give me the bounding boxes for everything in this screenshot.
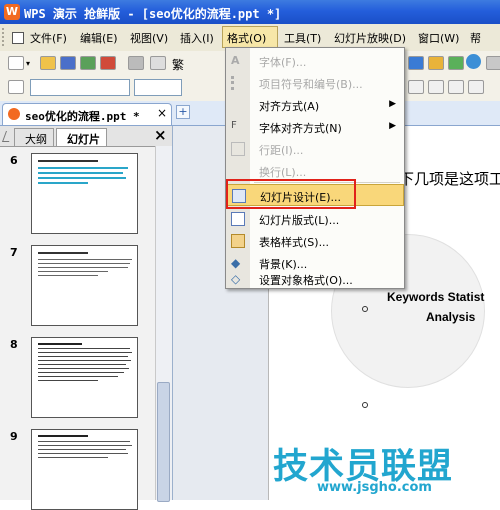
slide-thumbnail-6[interactable] (31, 153, 138, 234)
menu-item-font[interactable]: A 字体(F)... (226, 50, 404, 72)
menu-tools[interactable]: 工具(T) (284, 30, 321, 46)
pane-tabs: 大纲 幻灯片 × (0, 126, 172, 147)
slide-thumbnail-8[interactable] (31, 337, 138, 418)
menu-item-align[interactable]: 对齐方式(A) ▶ (226, 94, 404, 116)
table-icon[interactable] (428, 56, 444, 70)
bullet-point (362, 306, 368, 312)
menu-edit[interactable]: 编辑(E) (80, 30, 118, 46)
document-icon[interactable] (12, 32, 24, 44)
object-format-icon: ◇ (231, 272, 241, 286)
slide-thumbnail-9[interactable] (31, 429, 138, 510)
align-center-icon[interactable] (428, 80, 444, 94)
table-style-icon (231, 234, 245, 248)
slide-layout-icon (231, 212, 245, 226)
bullets-icon (231, 76, 245, 90)
slide-panel: 大纲 幻灯片 × 6 7 8 9 (0, 126, 173, 510)
close-tab-icon[interactable]: × (157, 106, 167, 120)
tab-slides[interactable]: 幻灯片 (56, 128, 107, 146)
menu-item-table-style[interactable]: 表格样式(S)... (226, 230, 404, 252)
traditional-chinese-icon[interactable]: 繁 (172, 56, 184, 73)
globe-icon[interactable] (466, 54, 481, 69)
slide-number: 8 (10, 338, 18, 351)
font-name-combo[interactable] (30, 79, 130, 96)
menu-help[interactable]: 帮 (470, 30, 481, 46)
format-painter-icon[interactable] (8, 80, 24, 94)
highlight-box (226, 179, 356, 209)
pane-tab-start-icon (1, 131, 14, 142)
submenu-arrow-icon: ▶ (389, 99, 396, 109)
print-icon[interactable] (128, 56, 144, 70)
new-tab-button[interactable]: + (176, 105, 190, 119)
watermark-url: www.jsgho.com (317, 480, 432, 495)
menu-view[interactable]: 视图(V) (130, 30, 168, 46)
circle-text-line1: Keywords Statist (387, 290, 485, 304)
wps-logo-icon: W (4, 4, 20, 20)
slide-heading-fragment: 下几项是这项工 (399, 170, 500, 188)
print-preview-icon[interactable] (150, 56, 166, 70)
background-icon: ◆ (231, 256, 241, 270)
insert-image-icon[interactable] (448, 56, 464, 70)
mail-icon[interactable] (80, 56, 96, 70)
slide-number: 9 (10, 430, 18, 443)
open-folder-icon[interactable] (40, 56, 56, 70)
menu-item-font-align[interactable]: F 字体对齐方式(N) ▶ (226, 116, 404, 138)
font-size-combo[interactable] (134, 79, 182, 96)
format-menu-dropdown: A 字体(F)... 项目符号和编号(B)... 对齐方式(A) ▶ F 字体对… (225, 47, 405, 289)
scrollbar-thumb[interactable] (157, 382, 170, 502)
pdf-icon[interactable] (100, 56, 116, 70)
menu-item-slide-layout[interactable]: 幻灯片版式(L)... (226, 208, 404, 230)
font-align-icon: F (231, 120, 237, 131)
bullet-point (362, 402, 368, 408)
circle-text-line2: Analysis (426, 310, 476, 324)
menu-file[interactable]: 文件(F) (30, 30, 67, 46)
title-bar: W WPS 演示 抢鲜版 - [seo优化的流程.ppt *] (0, 0, 500, 24)
slide-number: 7 (10, 246, 18, 259)
menu-slideshow[interactable]: 幻灯片放映(D) (334, 30, 406, 46)
menu-item-object-format[interactable]: ◇ 设置对象格式(O)... (226, 270, 404, 288)
line-spacing-icon (231, 142, 245, 156)
justify-icon[interactable] (468, 80, 484, 94)
slide-panel-scrollbar[interactable] (155, 146, 172, 502)
more-icon[interactable] (486, 56, 500, 70)
window-title: WPS 演示 抢鲜版 - [seo优化的流程.ppt *] (24, 7, 282, 21)
align-left-icon[interactable] (408, 80, 424, 94)
menu-window[interactable]: 窗口(W) (418, 30, 459, 46)
chart-icon[interactable] (408, 56, 424, 70)
chevron-down-icon[interactable]: ▾ (26, 59, 30, 68)
slide-number: 6 (10, 154, 18, 167)
menu-insert[interactable]: 插入(I) (180, 30, 214, 46)
document-tab[interactable]: seo优化的流程.ppt * × (2, 103, 172, 125)
slide-thumbnail-7[interactable] (31, 245, 138, 326)
close-pane-icon[interactable]: × (154, 126, 167, 144)
menu-item-bullets[interactable]: 项目符号和编号(B)... (226, 72, 404, 94)
save-icon[interactable] (60, 56, 76, 70)
ppt-file-icon (8, 108, 20, 120)
font-icon: A (231, 54, 240, 67)
menubar-grip (2, 28, 8, 46)
new-icon[interactable] (8, 56, 24, 70)
tab-outline[interactable]: 大纲 (14, 128, 54, 146)
document-tab-label: seo优化的流程.ppt * (25, 110, 140, 123)
menu-format[interactable]: 格式(O) (222, 26, 278, 48)
submenu-arrow-icon: ▶ (389, 121, 396, 131)
align-right-icon[interactable] (448, 80, 464, 94)
menu-item-line-spacing[interactable]: 行距(I)... (226, 138, 404, 160)
